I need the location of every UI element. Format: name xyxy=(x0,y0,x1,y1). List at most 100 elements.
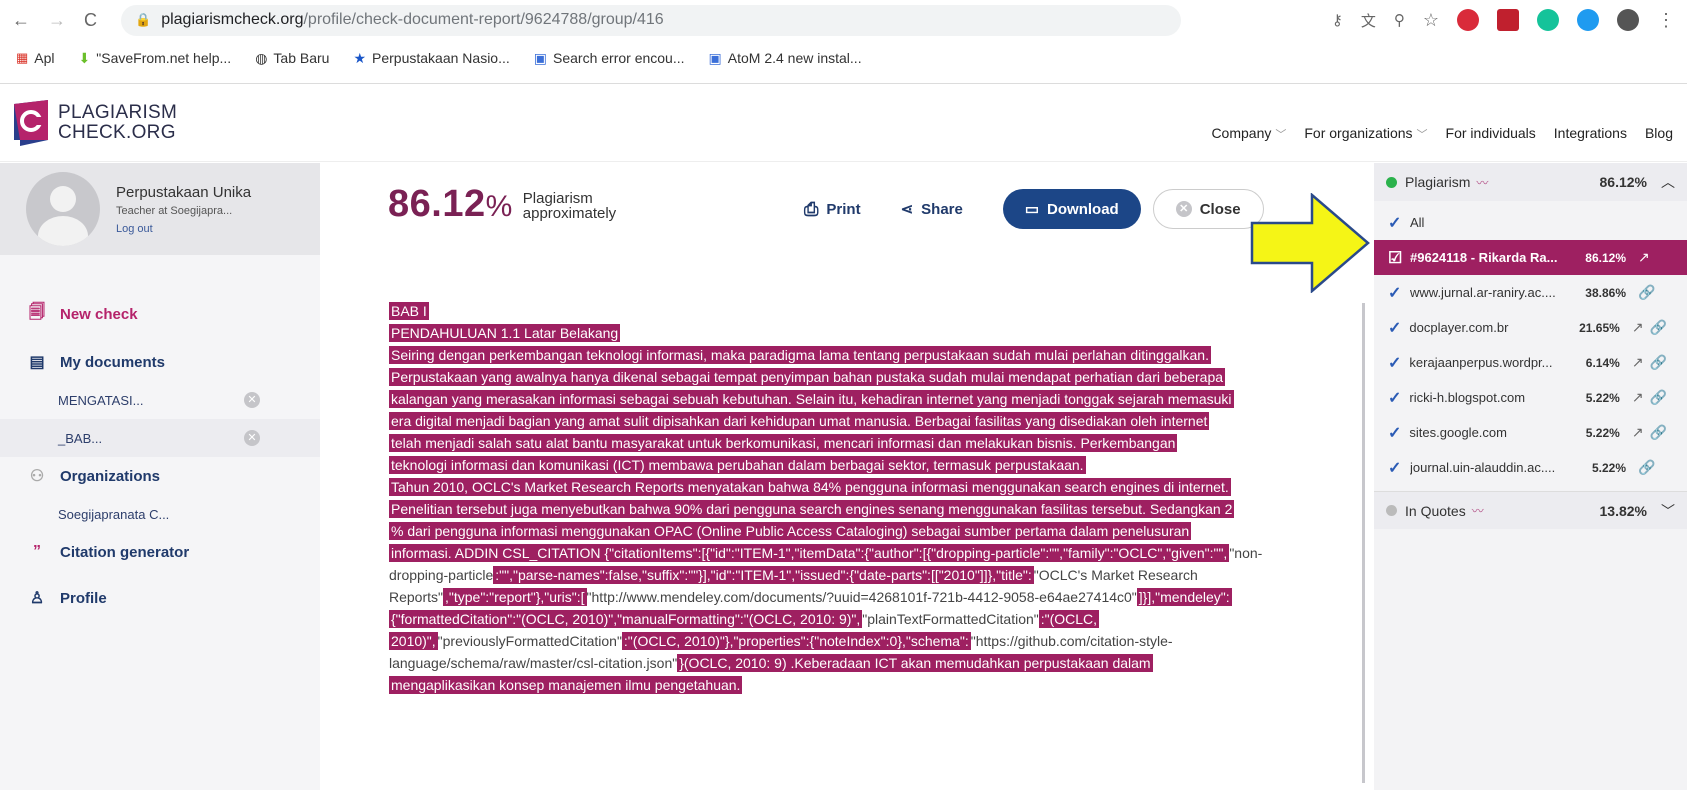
check-icon[interactable]: ✓ xyxy=(1388,353,1409,373)
doc-line: % dari pengguna informasi menggunakan OP… xyxy=(389,522,1192,540)
plagiarism-label: Plagiarism approximately xyxy=(522,190,617,222)
quote-icon: ” xyxy=(33,543,41,560)
download-button[interactable]: ▭ Download xyxy=(1002,189,1141,229)
filter-all[interactable]: ✓ All xyxy=(1374,205,1687,240)
action-buttons: ⎙ Print ⋖ Share ▭ Download ✕ Close xyxy=(804,189,1264,229)
source-row[interactable]: ✓ journal.uin-alauddin.ac.... 5.22% 🔗 xyxy=(1374,450,1687,485)
sidebar-item-citation-generator[interactable]: ” Citation generator xyxy=(0,533,320,571)
sidebar-item-my-documents[interactable]: ▤ My documents xyxy=(0,343,320,381)
check-icon[interactable]: ✓ xyxy=(1388,283,1410,303)
check-icon[interactable]: ✓ xyxy=(1388,458,1410,478)
back-icon[interactable]: ← xyxy=(12,10,30,31)
logout-link[interactable]: Log out xyxy=(116,223,251,235)
logo-mark-icon xyxy=(14,99,48,146)
external-link-icon[interactable]: ↗🔗 xyxy=(1632,354,1673,371)
document-text: BAB I PENDAHULUAN 1.1 Latar Belakang Sei… xyxy=(389,300,1279,696)
logo-line1: PLAGIARISM xyxy=(58,101,178,123)
wave-icon: 〰 xyxy=(1471,504,1484,518)
bookmark-atom[interactable]: ▣ AtoM 2.4 new instal... xyxy=(709,50,862,67)
reload-icon[interactable]: C xyxy=(84,10,97,31)
site-logo[interactable]: PLAGIARISM CHECK.ORG xyxy=(14,99,178,146)
nav-for-individuals[interactable]: For individuals xyxy=(1446,125,1536,142)
link-icon[interactable]: 🔗 xyxy=(1638,459,1661,476)
lock-icon: 🔒 xyxy=(135,12,152,27)
remove-icon[interactable]: ✕ xyxy=(244,392,260,408)
doc-line: Tahun 2010, OCLC's Market Research Repor… xyxy=(389,478,1231,496)
forward-icon[interactable]: → xyxy=(48,10,66,31)
doc-line: Penelitian tersebut juga menyebutkan bah… xyxy=(389,500,1235,518)
close-button[interactable]: ✕ Close xyxy=(1152,189,1264,229)
logo-line2: CHECK.ORG xyxy=(58,121,176,143)
check-icon[interactable]: ✓ xyxy=(1388,318,1409,338)
extension-mendeley-icon[interactable] xyxy=(1497,9,1519,31)
pdf-icon: ▭ xyxy=(1024,201,1040,218)
savefrom-icon: ⬇ xyxy=(78,49,91,66)
share-button[interactable]: ⋖ Share xyxy=(901,200,963,219)
gray-dot-icon xyxy=(1386,505,1397,516)
zoom-icon[interactable]: ⚲ xyxy=(1394,11,1405,29)
source-row[interactable]: ✓ www.jurnal.ar-raniry.ac.... 38.86% 🔗 xyxy=(1374,275,1687,310)
sidebar-item-new-check[interactable]: 🗐 New check xyxy=(0,295,320,333)
external-link-icon[interactable]: ↗🔗 xyxy=(1632,389,1673,406)
key-icon[interactable]: ⚷ xyxy=(1332,11,1343,29)
check-icon[interactable]: ✓ xyxy=(1388,388,1409,408)
external-link-icon[interactable]: ↗🔗 xyxy=(1632,319,1673,336)
bookmark-search-error[interactable]: ▣ Search error encou... xyxy=(534,50,685,67)
source-row[interactable]: ☑ #9624118 - Rikarda Ra... 86.12% ↗ xyxy=(1374,240,1687,275)
check-icon[interactable]: ✓ xyxy=(1388,423,1409,443)
browser-nav: ← → C 🔒 plagiarismcheck.org/profile/chec… xyxy=(0,0,1687,40)
organization-item[interactable]: Soegijapranata C... xyxy=(0,495,320,533)
profile-icon[interactable] xyxy=(1617,9,1639,31)
link-icon[interactable]: 🔗 xyxy=(1638,284,1661,301)
plagiarism-percent: 86.12% xyxy=(388,182,513,225)
nav-blog[interactable]: Blog xyxy=(1645,125,1673,142)
star-bookmark-icon: ★ xyxy=(353,49,367,66)
doc-line: informasi. ADDIN CSL_CITATION {"citation… xyxy=(389,544,1263,562)
site-header: PLAGIARISM CHECK.ORG Company ﹀ For organiz… xyxy=(0,84,1687,162)
doc-line: language/schema/raw/master/csl-citation.… xyxy=(389,654,1153,672)
in-quotes-header[interactable]: In Quotes 〰 13.82% ﹀ xyxy=(1374,491,1687,529)
sidebar-item-profile[interactable]: ♙ Profile xyxy=(0,579,320,617)
extension-red-icon[interactable] xyxy=(1457,9,1479,31)
extension-g-icon[interactable] xyxy=(1577,9,1599,31)
document-item-bab[interactable]: _BAB... ✕ xyxy=(0,419,320,457)
sidebar: Perpustakaan Unika Teacher at Soegijapra… xyxy=(0,163,320,790)
sidebar-menu: 🗐 New check ▤ My documents MENGATASI... ✕ _… xyxy=(0,295,320,617)
print-button[interactable]: ⎙ Print xyxy=(804,199,861,220)
bookmark-perpustakaan[interactable]: ★ Perpustakaan Nasio... xyxy=(353,50,509,67)
bookmarks-bar: ▦ Apl ⬇ "SaveFrom.net help... ◍ Tab Baru ★ P… xyxy=(0,40,1687,76)
address-bar[interactable]: 🔒 plagiarismcheck.org/profile/check-docu… xyxy=(121,4,1181,36)
plagiarism-header[interactable]: Plagiarism 〰 86.12% ︿ xyxy=(1374,163,1687,201)
document-item-mengatasi[interactable]: MENGATASI... ✕ xyxy=(0,381,320,419)
menu-dots-icon[interactable]: ⋮ xyxy=(1657,10,1675,31)
translate-icon[interactable]: 文 xyxy=(1361,10,1376,31)
new-check-icon: 🗐 xyxy=(29,303,45,321)
doc-line: Seiring dengan perkembangan teknologi in… xyxy=(389,346,1211,364)
star-icon[interactable]: ☆ xyxy=(1423,10,1439,31)
source-row[interactable]: ✓ kerajaanperpus.wordpr... 6.14% ↗🔗 xyxy=(1374,345,1687,380)
bookmark-savefrom[interactable]: ⬇ "SaveFrom.net help... xyxy=(79,50,232,67)
nav-company[interactable]: Company ﹀ xyxy=(1211,125,1286,142)
chevron-up-icon: ︿ xyxy=(1661,174,1675,190)
url-path: /profile/check-document-report/9624788/g… xyxy=(303,11,664,28)
nav-integrations[interactable]: Integrations xyxy=(1554,125,1627,142)
content-scrollbar[interactable] xyxy=(1362,303,1365,783)
bookmark-tab-baru[interactable]: ◍ Tab Baru xyxy=(255,50,329,67)
external-link-icon[interactable]: ↗ xyxy=(1638,249,1656,266)
top-nav: Company ﹀ For organizations ﹀ For individu… xyxy=(1211,125,1673,142)
source-row[interactable]: ✓ docplayer.com.br 21.65% ↗🔗 xyxy=(1374,310,1687,345)
remove-icon[interactable]: ✕ xyxy=(244,430,260,446)
external-link-icon[interactable]: ↗🔗 xyxy=(1632,424,1673,441)
organizations-icon: ⚇ xyxy=(29,468,45,485)
doc-line: telah menjadi salah satu alat bantu masy… xyxy=(389,434,1178,452)
bookmark-apps[interactable]: ▦ Apl xyxy=(16,50,55,66)
source-row[interactable]: ✓ ricki-h.blogspot.com 5.22% ↗🔗 xyxy=(1374,380,1687,415)
sidebar-item-organizations[interactable]: ⚇ Organizations xyxy=(0,457,320,495)
avatar xyxy=(26,172,100,246)
extension-grammarly-icon[interactable] xyxy=(1537,9,1559,31)
nav-for-organizations[interactable]: For organizations ﹀ xyxy=(1304,125,1427,142)
doc-line: kalangan yang merasakan informasi sebaga… xyxy=(389,390,1234,408)
checkbox-icon[interactable]: ☑ xyxy=(1388,248,1410,268)
source-row[interactable]: ✓ sites.google.com 5.22% ↗🔗 xyxy=(1374,415,1687,450)
chevron-down-icon: ﹀ xyxy=(1661,502,1675,519)
